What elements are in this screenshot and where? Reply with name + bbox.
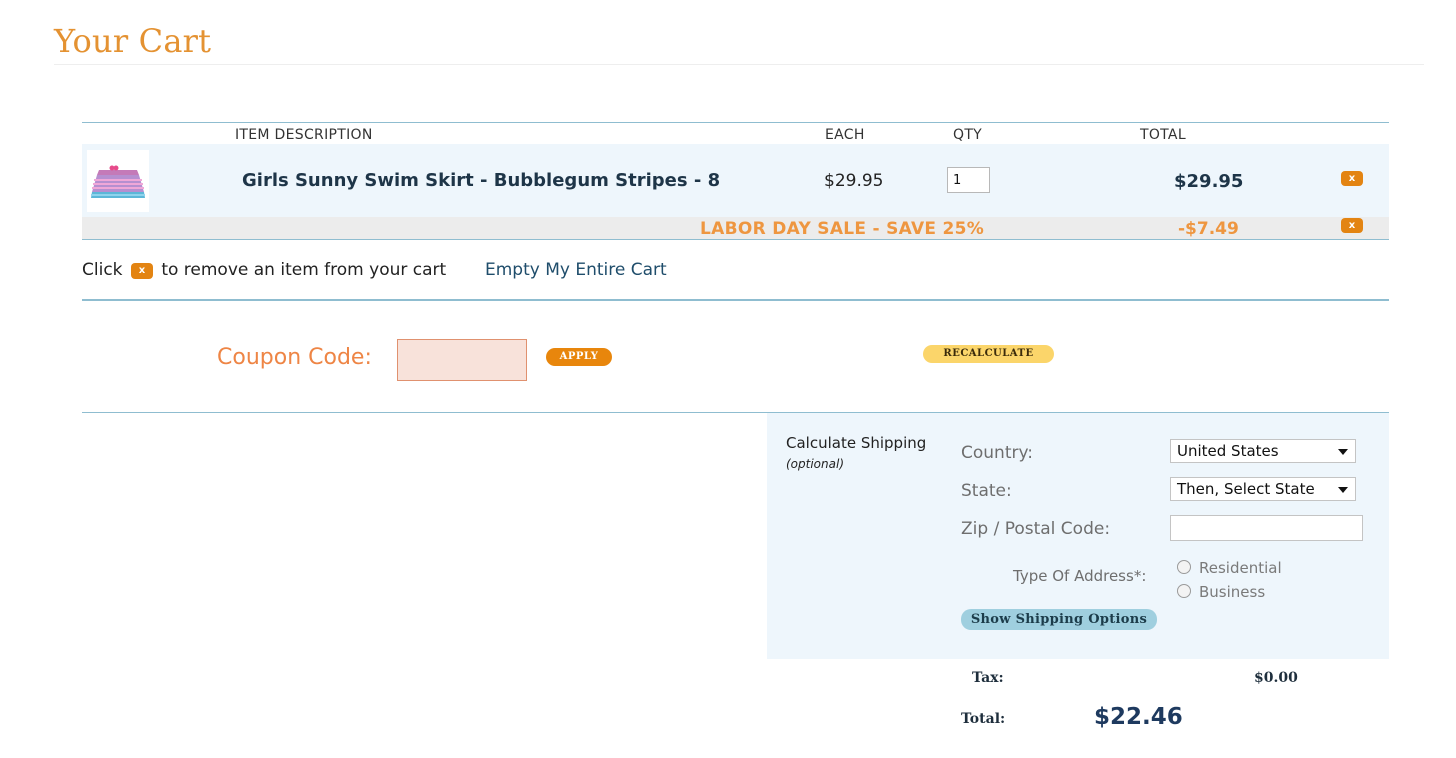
- remove-hint-prefix: Click: [82, 260, 123, 280]
- total-label: Total:: [961, 711, 1006, 727]
- remove-hint-x-icon: x: [130, 263, 153, 279]
- country-select-value: United States: [1177, 442, 1279, 460]
- section-divider: [82, 299, 1389, 301]
- address-type-business[interactable]: Business: [1177, 583, 1265, 601]
- apply-coupon-button[interactable]: APPLY: [546, 348, 612, 366]
- state-label: State:: [961, 481, 1012, 501]
- remove-hint: Click x to remove an item from your cart: [82, 260, 446, 280]
- cart-table-bottom-rule: [82, 239, 1389, 240]
- chevron-down-icon: [1338, 487, 1348, 493]
- page-title: Your Cart: [54, 22, 212, 60]
- item-unit-price: $29.95: [824, 171, 884, 191]
- zip-input[interactable]: [1170, 515, 1363, 541]
- column-header-item: ITEM DESCRIPTION: [235, 127, 373, 143]
- country-label: Country:: [961, 443, 1034, 463]
- radio-icon[interactable]: [1177, 584, 1191, 598]
- radio-icon[interactable]: [1177, 560, 1191, 574]
- column-header-total: TOTAL: [1140, 127, 1186, 143]
- discount-label: LABOR DAY SALE - SAVE 25%: [700, 219, 985, 239]
- cart-table-top-rule: [82, 122, 1389, 123]
- address-type-business-label: Business: [1199, 583, 1266, 601]
- remove-discount-button[interactable]: x: [1341, 218, 1363, 233]
- discount-amount: -$7.49: [1178, 219, 1239, 239]
- swim-skirt-thumbnail-icon[interactable]: [87, 150, 149, 212]
- shipping-panel: Calculate Shipping (optional) Country: U…: [767, 413, 1389, 659]
- total-value: $22.46: [1094, 704, 1183, 730]
- chevron-down-icon: [1338, 449, 1348, 455]
- show-shipping-options-button[interactable]: Show Shipping Options: [961, 609, 1157, 630]
- state-select[interactable]: Then, Select State: [1170, 477, 1356, 501]
- column-header-each: EACH: [825, 127, 865, 143]
- recalculate-button[interactable]: RECALCULATE: [923, 345, 1054, 363]
- item-total: $29.95: [1174, 171, 1244, 192]
- zip-label: Zip / Postal Code:: [961, 519, 1111, 539]
- column-header-qty: QTY: [953, 127, 983, 143]
- coupon-label: Coupon Code:: [217, 345, 372, 370]
- shipping-title: Calculate Shipping: [786, 434, 927, 452]
- coupon-input[interactable]: [397, 339, 527, 381]
- remove-hint-suffix: to remove an item from your cart: [161, 260, 447, 280]
- tax-value: $0.00: [1254, 670, 1298, 686]
- discount-row: LABOR DAY SALE - SAVE 25% -$7.49 x: [82, 217, 1389, 239]
- cart-item-row: Girls Sunny Swim Skirt - Bubblegum Strip…: [82, 144, 1389, 217]
- country-select[interactable]: United States: [1170, 439, 1356, 463]
- quantity-input[interactable]: [947, 167, 990, 193]
- address-type-label: Type Of Address*:: [1013, 567, 1147, 585]
- address-type-residential-label: Residential: [1199, 559, 1282, 577]
- remove-item-button[interactable]: x: [1341, 171, 1363, 186]
- address-type-residential[interactable]: Residential: [1177, 559, 1282, 577]
- empty-cart-link[interactable]: Empty My Entire Cart: [485, 260, 667, 280]
- item-name[interactable]: Girls Sunny Swim Skirt - Bubblegum Strip…: [242, 170, 720, 191]
- state-select-value: Then, Select State: [1177, 480, 1315, 498]
- shipping-optional-note: (optional): [786, 457, 844, 471]
- tax-label: Tax:: [972, 670, 1004, 686]
- title-divider: [54, 64, 1424, 65]
